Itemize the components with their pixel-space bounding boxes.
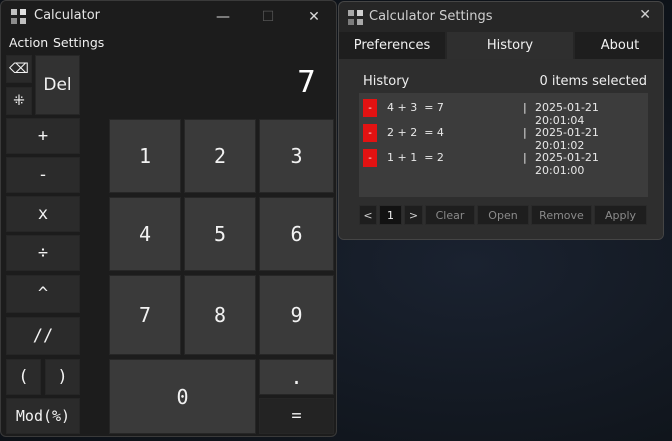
selected-count: 0 items selected (539, 74, 647, 89)
menu-action[interactable]: Action (9, 35, 48, 50)
left-paren-button[interactable]: ( (6, 359, 41, 395)
history-item[interactable]: - 1 + 1 = 2 | 2025-01-21 20:01:00 (359, 147, 648, 177)
multiply-button[interactable]: x (6, 196, 80, 232)
digit-4-button[interactable]: 4 (109, 197, 181, 271)
power-button[interactable]: ^ (6, 275, 80, 313)
history-heading: History (363, 74, 410, 89)
history-panel: History 0 items selected - 4 + 3 = 7 | 2… (339, 59, 663, 239)
menu-settings[interactable]: Settings (53, 35, 104, 50)
open-button[interactable]: Open (477, 205, 529, 225)
settings-app-icon (348, 10, 364, 26)
right-paren-button[interactable]: ) (45, 359, 80, 395)
settings-title: Calculator Settings (369, 9, 493, 24)
page-number[interactable]: 1 (379, 205, 402, 225)
digit-3-button[interactable]: 3 (259, 119, 334, 193)
calculator-titlebar[interactable]: Calculator — ☐ ✕ (1, 1, 336, 33)
minimize-button[interactable]: — (200, 1, 246, 33)
calculator-app-icon (11, 9, 27, 25)
backspace-button[interactable]: ⌫ (6, 55, 32, 83)
history-item[interactable]: - 2 + 2 = 4 | 2025-01-21 20:01:02 (359, 122, 648, 152)
calculator-display: 7 (296, 65, 316, 100)
history-expression: 2 + 2 = 4 (387, 126, 444, 139)
digit-0-button[interactable]: 0 (109, 359, 256, 434)
digit-2-button[interactable]: 2 (184, 119, 256, 193)
history-separator: | (523, 151, 527, 164)
history-separator: | (523, 101, 527, 114)
close-button[interactable]: ✕ (291, 1, 336, 33)
digit-1-button[interactable]: 1 (109, 119, 181, 193)
history-timestamp: 2025-01-21 20:01:00 (535, 151, 599, 177)
delete-entry-button[interactable]: - (363, 124, 377, 142)
calculator-menubar: Action Settings (1, 33, 336, 53)
decimal-point-button[interactable]: . (259, 359, 334, 395)
floor-divide-button[interactable]: // (6, 317, 80, 355)
next-page-button[interactable]: > (404, 205, 423, 225)
settings-window: Calculator Settings ✕ Preferences Histor… (338, 1, 664, 240)
clear-entry-button[interactable]: ⁜ (6, 87, 32, 115)
divide-button[interactable]: ÷ (6, 235, 80, 271)
digit-5-button[interactable]: 5 (184, 197, 256, 271)
digit-7-button[interactable]: 7 (109, 275, 181, 355)
plus-button[interactable]: + (6, 118, 80, 154)
digit-6-button[interactable]: 6 (259, 197, 334, 271)
maximize-button[interactable]: ☐ (245, 1, 291, 33)
digit-9-button[interactable]: 9 (259, 275, 334, 355)
tab-about[interactable]: About (575, 32, 663, 59)
calculator-window: Calculator — ☐ ✕ Action Settings 7 ⌫ ⁜ D… (0, 0, 337, 437)
prev-page-button[interactable]: < (359, 205, 377, 225)
tab-preferences[interactable]: Preferences (339, 32, 445, 59)
apply-button[interactable]: Apply (594, 205, 647, 225)
history-expression: 4 + 3 = 7 (387, 101, 444, 114)
minus-button[interactable]: - (6, 157, 80, 193)
history-expression: 1 + 1 = 2 (387, 151, 444, 164)
tab-history[interactable]: History (447, 32, 573, 59)
delete-entry-button[interactable]: - (363, 99, 377, 117)
history-list: - 4 + 3 = 7 | 2025-01-21 20:01:04 - 2 + … (359, 93, 648, 197)
mod-button[interactable]: Mod(%) (6, 398, 80, 434)
calculator-title: Calculator (34, 8, 101, 23)
remove-button[interactable]: Remove (531, 205, 592, 225)
settings-close-button[interactable]: ✕ (639, 7, 651, 23)
history-item[interactable]: - 4 + 3 = 7 | 2025-01-21 20:01:04 (359, 97, 648, 127)
clear-button[interactable]: Clear (425, 205, 475, 225)
digit-8-button[interactable]: 8 (184, 275, 256, 355)
history-separator: | (523, 126, 527, 139)
equals-button[interactable]: = (259, 398, 334, 434)
delete-entry-button[interactable]: - (363, 149, 377, 167)
del-button[interactable]: Del (35, 55, 80, 115)
